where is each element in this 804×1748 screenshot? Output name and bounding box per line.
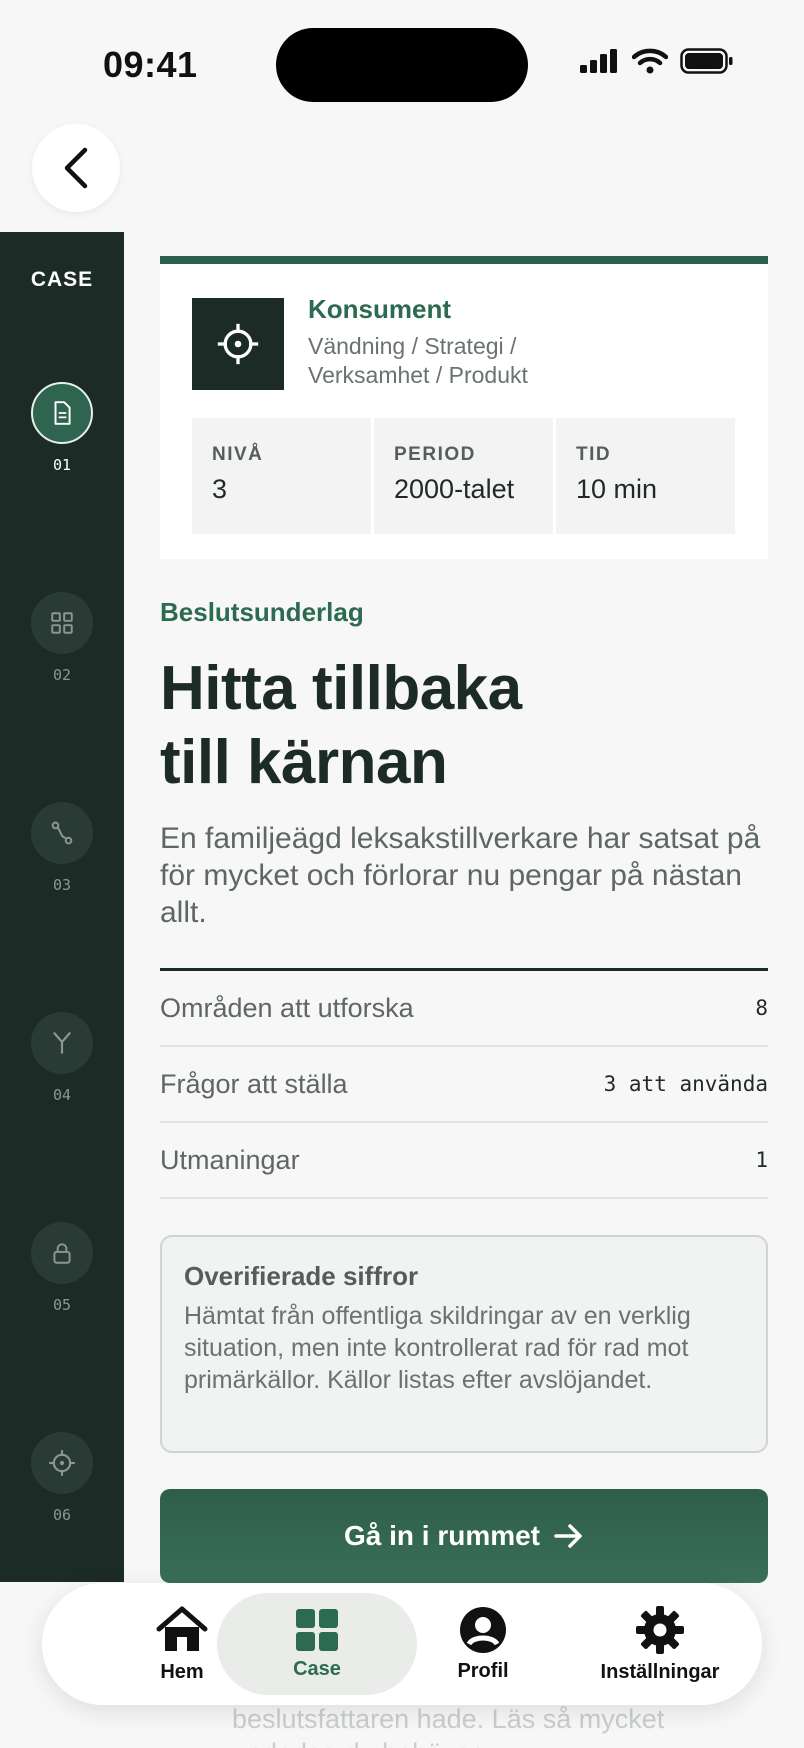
step-01[interactable]: 01	[31, 382, 93, 474]
notice-body: Hämtat från offentliga skildringar av en…	[184, 1302, 691, 1394]
tab-settings[interactable]: Inställningar	[585, 1583, 735, 1705]
bottom-tab-bar: Hem Case Profil Inställningar	[42, 1583, 762, 1705]
step-02[interactable]: 02	[31, 592, 93, 684]
arrow-right-icon	[554, 1524, 582, 1548]
case-lead: En familjeägd leksakstillverkare har sat…	[160, 822, 761, 929]
case-metrics: NIVÅ 3 PERIOD 2000-talet TID 10 min	[192, 418, 735, 534]
enter-room-label: Gå in i rummet	[343, 1520, 541, 1551]
signal-icon	[580, 49, 617, 73]
status-bar: 09:41	[0, 0, 804, 120]
tab-profile[interactable]: Profil	[413, 1583, 553, 1705]
metric-label: NIVÅ	[212, 444, 264, 465]
metric-level: NIVÅ 3	[192, 418, 371, 534]
list-item: Områden att utforska 8	[160, 971, 768, 1047]
notice-title: Overifierade siffror	[184, 1261, 419, 1291]
metric-label: TID	[576, 444, 612, 465]
list-item: Frågor att ställa 3 att använda	[160, 1047, 768, 1123]
tab-case[interactable]: Case	[247, 1583, 387, 1705]
step-number: 06	[52, 1506, 72, 1524]
scrolled-line-2: underlag du behöver.	[232, 1736, 732, 1748]
case-tags: Vändning / Strategi / Verksamhet / Produ…	[308, 333, 528, 388]
step-03[interactable]: 03	[31, 802, 93, 894]
metric-label: PERIOD	[394, 444, 476, 465]
metric-period: PERIOD 2000-talet	[374, 418, 553, 534]
fork-icon	[53, 1032, 71, 1054]
grid-icon	[296, 1608, 338, 1651]
case-stats-list: Områden att utforska 8 Frågor att ställa…	[160, 968, 768, 1199]
tab-home[interactable]: Hem	[112, 1583, 252, 1705]
step-04[interactable]: 04	[31, 1012, 93, 1104]
route-icon	[51, 821, 73, 845]
scrolled-line-1: beslutsfattaren hade. Läs så mycket	[232, 1704, 665, 1734]
metric-value: 10 min	[576, 474, 658, 504]
profile-icon	[460, 1606, 506, 1653]
status-icons	[580, 48, 734, 74]
gear-icon	[636, 1605, 684, 1654]
scrolled-content: beslutsfattaren hade. Läs så mycket unde…	[232, 1702, 732, 1748]
unverified-notice: Overifierade siffror Hämtat från offentl…	[160, 1235, 768, 1453]
stat-label: Frågor att ställa	[160, 1068, 348, 1099]
step-number: 01	[52, 456, 72, 474]
home-icon	[156, 1606, 208, 1651]
metric-value: 2000-talet	[394, 474, 515, 504]
stat-value: 8	[755, 996, 768, 1020]
tab-label: Inställningar	[600, 1660, 720, 1683]
list-item: Utmaningar 1	[160, 1123, 768, 1199]
dynamic-island	[276, 28, 528, 102]
chevron-left-icon	[64, 147, 88, 189]
step-number: 05	[52, 1296, 72, 1314]
category-badge	[192, 298, 284, 390]
back-button[interactable]	[32, 124, 120, 212]
title-line-2: till kärnan	[160, 728, 448, 797]
enter-room-button[interactable]: Gå in i rummet	[160, 1489, 768, 1583]
section-kicker: Beslutsunderlag	[160, 597, 364, 627]
case-meta-card: Konsument Vändning / Strategi / Verksamh…	[160, 256, 768, 559]
tab-label: Case	[293, 1657, 341, 1680]
target-icon	[49, 1450, 75, 1476]
step-number: 04	[52, 1086, 72, 1104]
step-06[interactable]: 06	[31, 1432, 93, 1524]
grid-icon	[51, 612, 73, 634]
title-line-1: Hitta tillbaka	[160, 654, 522, 723]
lock-icon	[53, 1243, 71, 1264]
rail-title: CASE	[30, 268, 94, 291]
target-icon	[217, 323, 259, 365]
document-icon	[54, 401, 71, 425]
stat-value: 3 att använda	[603, 1072, 768, 1096]
metric-value: 3	[212, 474, 228, 504]
tab-label: Hem	[160, 1660, 204, 1683]
case-category: Konsument	[308, 294, 451, 324]
step-number: 02	[52, 666, 72, 684]
status-time: 09:41	[103, 44, 198, 85]
stat-label: Utmaningar	[160, 1144, 300, 1175]
step-05[interactable]: 05	[31, 1222, 93, 1314]
step-number: 03	[52, 876, 72, 894]
page-title: Hitta tillbaka till kärnan	[160, 652, 760, 800]
stat-value: 1	[755, 1148, 768, 1172]
case-steps-rail: CASE 01 02 03 04 05 06	[0, 232, 124, 1582]
tab-label: Profil	[457, 1659, 509, 1682]
stat-label: Områden att utforska	[160, 992, 414, 1023]
metric-time: TID 10 min	[556, 418, 735, 534]
wifi-icon	[632, 48, 668, 74]
battery-icon	[680, 48, 733, 74]
